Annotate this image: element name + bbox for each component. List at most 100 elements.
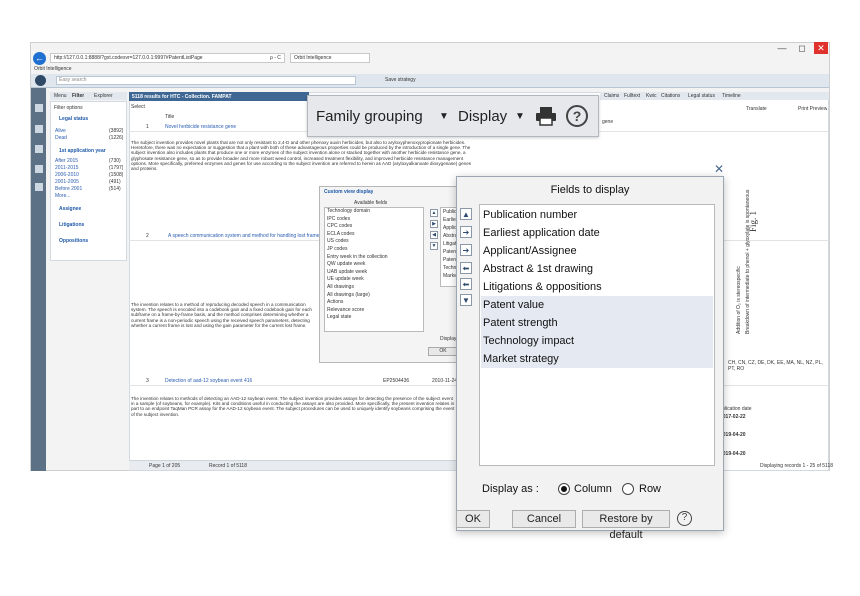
move-down-icon[interactable]: ▼	[430, 242, 438, 250]
result-title-link[interactable]: Novel herbicide resistance gene	[165, 124, 236, 130]
search-hint[interactable]: ρ - C	[270, 55, 281, 61]
alert-nav-icon[interactable]	[35, 165, 43, 173]
list-item[interactable]: Earliest application date	[481, 224, 713, 242]
translate-button[interactable]: Translate	[746, 106, 767, 112]
help-icon[interactable]: ?	[566, 105, 588, 127]
available-field-item[interactable]: IPC codes	[325, 216, 423, 224]
column-label: Column	[574, 483, 612, 495]
filter-item[interactable]: 2006-2010	[55, 172, 79, 178]
back-button[interactable]: ←	[33, 52, 46, 65]
add-field-icon[interactable]: ➔	[460, 244, 472, 256]
available-field-item[interactable]: All drawings (large)	[325, 292, 423, 300]
remove-icon[interactable]: ◀	[430, 231, 438, 239]
available-field-item[interactable]: UAB update week	[325, 269, 423, 277]
available-field-item[interactable]: UE update week	[325, 276, 423, 284]
available-fields-label: Available fields	[354, 200, 388, 206]
move-up-icon[interactable]: ▲	[460, 208, 472, 220]
cancel-button[interactable]: Cancel	[512, 510, 576, 528]
list-item[interactable]: Litigations & oppositions	[481, 278, 713, 296]
add-field-icon[interactable]: ➔	[460, 226, 472, 238]
move-up-icon[interactable]: ▲	[430, 209, 438, 217]
selected-fields-list[interactable]: Publication number Earliest application …	[479, 204, 715, 466]
chevron-down-icon[interactable]: ▼	[439, 111, 449, 122]
tab-legal-status[interactable]: Legal status	[688, 93, 715, 99]
small-move-buttons: ▲ ▶ ◀ ▼	[430, 209, 438, 250]
address-bar[interactable]: http://127.0.0.1:8888/?gxt.codesvr=127.0…	[50, 53, 285, 63]
tab-claims[interactable]: Claims	[604, 93, 619, 99]
available-fields-list[interactable]: Technology domain IPC codes CPC codes ECLA …	[324, 207, 424, 332]
list-item[interactable]: Abstract & 1st drawing	[481, 260, 713, 278]
more-link[interactable]: More...	[55, 193, 71, 199]
litigations-header[interactable]: Litigations	[59, 222, 84, 228]
filter-item[interactable]: Alive	[55, 128, 66, 134]
family-grouping-button[interactable]: Family grouping	[316, 108, 423, 125]
close-icon[interactable]: ✕	[714, 162, 724, 176]
list-item[interactable]: Publication number	[481, 206, 713, 224]
available-field-item[interactable]: QW update week	[325, 261, 423, 269]
tab-explorer[interactable]: Explorer	[94, 93, 113, 99]
available-field-item[interactable]: US codes	[325, 238, 423, 246]
chevron-down-icon[interactable]: ▼	[515, 111, 525, 122]
users-nav-icon[interactable]	[35, 183, 43, 191]
save-strategy-button[interactable]: Save strategy	[385, 77, 416, 83]
display-button[interactable]: Display	[458, 108, 507, 125]
filter-item[interactable]: After 2015	[55, 158, 78, 164]
easy-search-input[interactable]: Easy search	[56, 76, 356, 85]
legal-status-header[interactable]: Legal status	[59, 116, 88, 122]
available-field-item[interactable]: Technology domain	[325, 208, 423, 216]
close-window-button[interactable]: ✕	[814, 42, 828, 54]
list-item[interactable]: Patent value	[481, 296, 713, 314]
list-item[interactable]: Technology impact	[481, 332, 713, 350]
available-field-item[interactable]: JP codes	[325, 246, 423, 254]
remove-all-icon[interactable]: ⬅	[460, 278, 472, 290]
filter-item[interactable]: Dead	[55, 135, 67, 141]
pager-label[interactable]: Page 1 of 205	[149, 463, 180, 469]
move-down-icon[interactable]: ▼	[460, 294, 472, 306]
available-field-item[interactable]: Relevance score	[325, 307, 423, 315]
small-ok-button[interactable]: OK	[428, 347, 458, 356]
restore-default-button[interactable]: Restore by default	[582, 510, 670, 541]
add-icon[interactable]: ▶	[430, 220, 438, 228]
filter-item[interactable]: Before 2001	[55, 186, 82, 192]
available-field-item[interactable]: CPC codes	[325, 223, 423, 231]
list-item[interactable]: Patent strength	[481, 314, 713, 332]
search-nav-icon[interactable]	[35, 104, 43, 112]
result-title-link[interactable]: A speech communication system and method…	[168, 233, 322, 239]
available-field-item[interactable]: Legal state	[325, 314, 423, 322]
tab-menu[interactable]: Menu	[54, 93, 67, 99]
tab-filter[interactable]: Filter	[72, 93, 84, 99]
select-menu[interactable]: Select	[131, 104, 145, 110]
tab-citations[interactable]: Citations	[661, 93, 680, 99]
list-item[interactable]: Market strategy	[481, 350, 713, 368]
help-icon[interactable]: ?	[677, 511, 692, 526]
filter-item[interactable]: 2011-2015	[55, 165, 79, 171]
remove-field-icon[interactable]: ⬅	[460, 262, 472, 274]
tab-timeline[interactable]: Timeline	[722, 93, 741, 99]
tab-kwic[interactable]: Kwic	[646, 93, 657, 99]
filter-item[interactable]: 2001-2005	[55, 179, 79, 185]
gene-label: gene	[602, 119, 614, 125]
filter-options-label: Filter options	[54, 105, 83, 111]
oppositions-header[interactable]: Oppositions	[59, 238, 88, 244]
column-radio[interactable]	[558, 483, 570, 495]
browser-tab[interactable]: Orbit Intelligence	[290, 53, 370, 63]
minimize-button[interactable]: —	[775, 42, 789, 54]
available-field-item[interactable]: Actions	[325, 299, 423, 307]
result-title-link[interactable]: Detection of aad-12 soybean event 416	[165, 378, 252, 384]
chart-nav-icon[interactable]	[35, 145, 43, 153]
print-preview-button[interactable]: Print Preview	[798, 106, 827, 112]
available-field-item[interactable]: All drawings	[325, 284, 423, 292]
maximize-button[interactable]: ◻	[795, 42, 809, 54]
available-field-item[interactable]: ECLA codes	[325, 231, 423, 239]
assignee-header[interactable]: Assignee	[59, 206, 81, 212]
list-item[interactable]: Applicant/Assignee	[481, 242, 713, 260]
filter-count: (1797)	[109, 165, 124, 171]
folder-nav-icon[interactable]	[35, 125, 43, 133]
ok-button[interactable]: OK	[456, 510, 490, 528]
app-year-header[interactable]: 1st application year	[59, 148, 106, 154]
printer-icon[interactable]	[535, 106, 557, 126]
tab-fulltext[interactable]: Fulltext	[624, 93, 640, 99]
app-label: Orbit Intelligence	[34, 66, 72, 72]
available-field-item[interactable]: Entry week in the collection	[325, 254, 423, 262]
row-radio[interactable]	[622, 483, 634, 495]
